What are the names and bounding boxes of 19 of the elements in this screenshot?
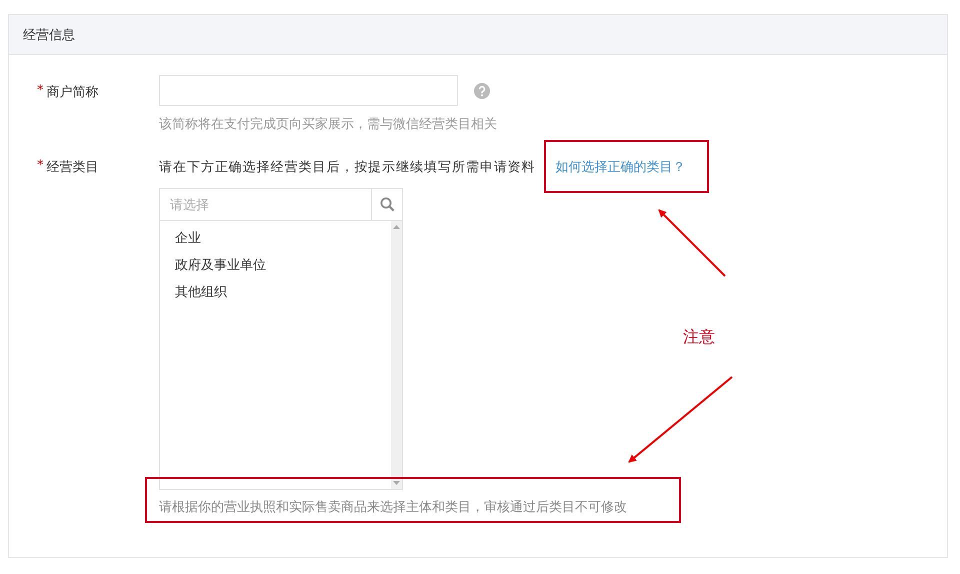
category-option[interactable]: 企业 — [160, 225, 391, 252]
scroll-down-icon — [393, 481, 400, 485]
field-label: 经营类目 — [46, 159, 98, 176]
section-header: 经营信息 — [9, 15, 947, 55]
required-mark: * — [37, 158, 44, 173]
field-hint: 该简称将在支付完成页向买家展示，需与微信经营类目相关 — [159, 116, 498, 133]
search-icon — [380, 197, 394, 212]
annotation-arrow — [658, 209, 726, 277]
category-option[interactable]: 政府及事业单位 — [160, 252, 391, 279]
category-option[interactable]: 其他组织 — [160, 279, 391, 306]
scrollbar[interactable] — [391, 221, 402, 489]
required-mark: * — [37, 83, 44, 98]
category-note: 请根据你的营业执照和实际售卖商品来选择主体和类目，审核通过后类目不可修改 — [159, 499, 628, 516]
help-icon[interactable] — [474, 82, 490, 98]
annotation-label: 注意 — [683, 327, 715, 348]
merchant-name-field[interactable] — [159, 75, 458, 106]
field-label: 商户简称 — [46, 84, 98, 101]
scroll-up-icon — [393, 225, 400, 229]
instruction-text: 请在下方正确选择经营类目后，按提示继续填写所需申请资料 — [159, 159, 536, 176]
